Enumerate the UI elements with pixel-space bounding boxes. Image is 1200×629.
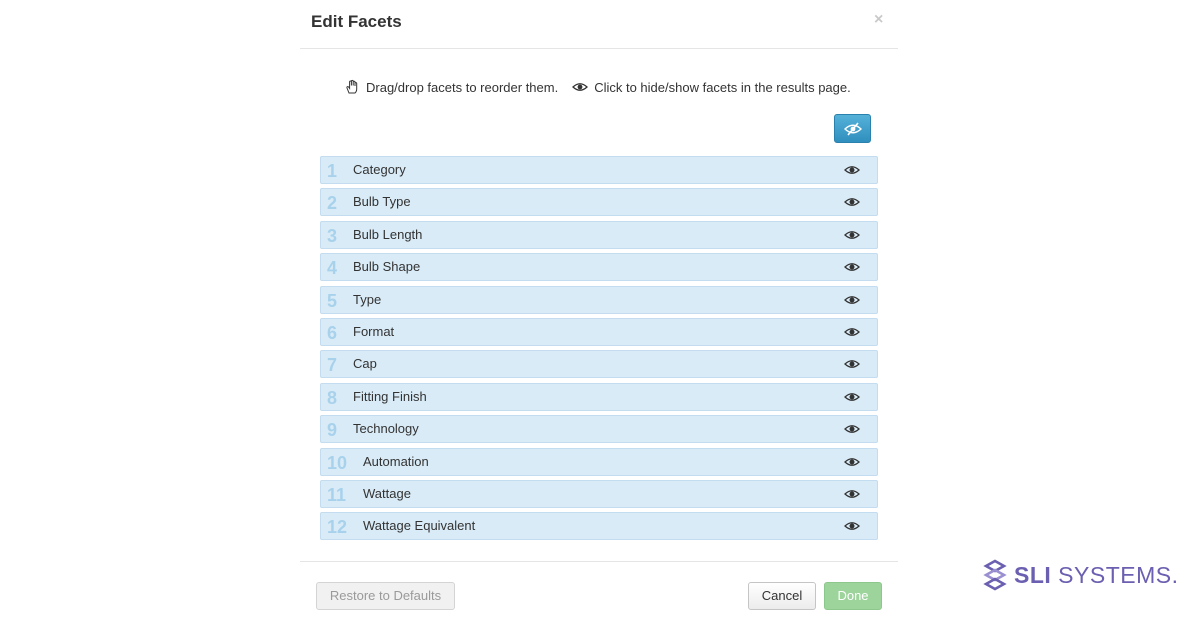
facet-label: Category [353, 162, 406, 177]
facet-row[interactable]: 5 Type [320, 285, 878, 314]
facet-row[interactable]: 3 Bulb Length [320, 220, 878, 249]
facet-label: Format [353, 323, 395, 339]
facet-number: 8 [327, 387, 338, 408]
eye-icon[interactable] [844, 390, 860, 404]
logo-text-bold: SLI [1014, 561, 1052, 588]
eye-instruction-text: Click to hide/show facets in the results… [594, 79, 851, 95]
logo-text-rest: SYSTEMS. [1058, 561, 1179, 588]
eye-icon[interactable] [844, 195, 860, 209]
dialog-title: Edit Facets [311, 12, 402, 31]
facet-label: Bulb Shape [353, 259, 421, 275]
facet-number: 12 [327, 517, 348, 538]
hand-icon [344, 79, 360, 95]
eye-icon[interactable] [844, 228, 860, 242]
facet-number: 9 [327, 420, 338, 441]
facet-row[interactable]: 4 Bulb Shape [320, 253, 878, 282]
sli-systems-logo: SLI SYSTEMS. [982, 558, 1178, 592]
eye-icon[interactable] [844, 260, 860, 274]
eye-icon[interactable] [844, 455, 860, 469]
facet-label: Wattage [363, 485, 411, 501]
logo-mark-icon [982, 559, 1008, 591]
facet-row[interactable]: 2 Bulb Type [320, 188, 878, 217]
facet-number: 4 [327, 258, 338, 279]
instructions: Drag/drop facets to reorder them. Click … [344, 78, 865, 96]
facet-row[interactable]: 8 Fitting Finish [320, 382, 878, 411]
facet-list: 1 Category 2 Bulb Type 3 Bulb Length 4 B… [320, 156, 878, 545]
done-button[interactable]: Done [824, 582, 882, 610]
facet-row[interactable]: 12 Wattage Equivalent [320, 512, 878, 541]
eye-icon[interactable] [844, 163, 860, 177]
facet-label: Fitting Finish [353, 388, 427, 404]
drag-instruction-text: Drag/drop facets to reorder them. [366, 79, 559, 95]
eye-icon[interactable] [844, 357, 860, 371]
facet-label: Technology [353, 421, 419, 437]
facet-number: 11 [327, 484, 347, 505]
facet-number: 3 [327, 225, 338, 246]
close-button[interactable]: × [874, 10, 883, 30]
facet-number: 10 [327, 452, 348, 473]
toggle-all-visibility-button[interactable] [834, 114, 871, 143]
eye-icon[interactable] [844, 487, 860, 501]
facet-label: Cap [353, 356, 377, 372]
dialog-header: Edit Facets × [300, 0, 898, 49]
facet-row[interactable]: 10 Automation [320, 447, 878, 476]
dialog-footer: Restore to Defaults Cancel Done [300, 561, 898, 629]
logo-text: SLI SYSTEMS. [1014, 562, 1178, 589]
facet-number: 5 [327, 290, 338, 311]
eye-icon[interactable] [844, 293, 860, 307]
facet-label: Bulb Type [353, 194, 411, 210]
facet-number: 1 [327, 161, 338, 181]
facet-row[interactable]: 9 Technology [320, 415, 878, 444]
restore-defaults-button[interactable]: Restore to Defaults [316, 582, 455, 610]
edit-facets-dialog: Edit Facets × Drag/drop facets to reorde… [300, 0, 898, 628]
eye-icon[interactable] [844, 519, 860, 533]
facet-row[interactable]: 1 Category [320, 156, 878, 184]
eye-slash-icon [843, 121, 862, 136]
facet-label: Bulb Length [353, 226, 423, 242]
facet-label: Automation [363, 453, 429, 469]
facet-row[interactable]: 7 Cap [320, 350, 878, 379]
facet-label: Type [353, 291, 382, 307]
facet-number: 6 [327, 322, 338, 343]
cancel-button[interactable]: Cancel [748, 582, 816, 610]
eye-icon [572, 79, 589, 95]
facet-number: 7 [327, 355, 338, 376]
facet-number: 2 [327, 193, 338, 214]
eye-icon[interactable] [844, 422, 860, 436]
facet-row[interactable]: 6 Format [320, 317, 878, 346]
eye-icon[interactable] [844, 325, 860, 339]
facet-row[interactable]: 11 Wattage [320, 479, 878, 508]
facet-label: Wattage Equivalent [363, 518, 476, 534]
